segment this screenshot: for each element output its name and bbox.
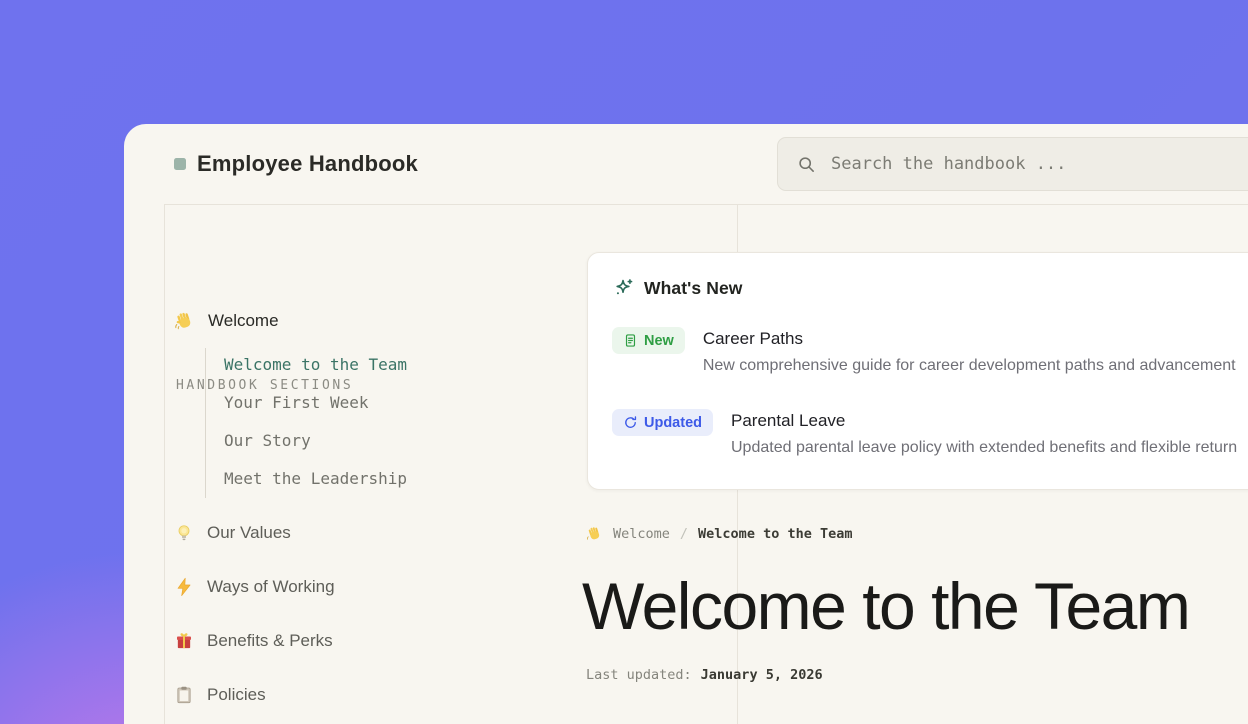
last-updated: Last updated: January 5, 2026	[586, 667, 823, 683]
handbook-window: Employee Handbook HANDBOOK SECTIONS Welc…	[124, 124, 1248, 724]
breadcrumb: Welcome / Welcome to the Team	[586, 525, 852, 542]
whats-new-header: What's New	[612, 277, 743, 300]
sidebar-subitem-welcome-to-the-team[interactable]: Welcome to the Team	[224, 356, 435, 374]
whats-new-item-description: Updated parental leave policy with exten…	[731, 438, 1237, 457]
sidebar-item-label: Benefits & Perks	[207, 631, 333, 651]
whats-new-item-title: Parental Leave	[731, 411, 1237, 431]
sidebar-subnav: Welcome to the Team Your First Week Our …	[205, 348, 435, 498]
document-icon	[623, 333, 638, 348]
refresh-icon	[623, 415, 638, 430]
search-input[interactable]	[831, 154, 1248, 174]
sidebar-subitem-our-story[interactable]: Our Story	[224, 432, 435, 450]
lightbulb-icon	[174, 523, 194, 543]
whats-new-title: What's New	[644, 278, 743, 299]
breadcrumb-page[interactable]: Welcome to the Team	[698, 526, 852, 542]
last-updated-value: January 5, 2026	[701, 667, 823, 683]
search-box[interactable]	[777, 137, 1248, 191]
lightning-icon	[174, 577, 194, 597]
breadcrumb-separator: /	[680, 526, 688, 542]
whats-new-item-description: New comprehensive guide for career devel…	[703, 356, 1236, 375]
sidebar-item-welcome[interactable]: Welcome	[174, 310, 279, 331]
clipboard-icon	[174, 685, 194, 705]
sidebar-item-label: Policies	[207, 685, 266, 705]
left-grid-line	[164, 205, 165, 724]
sidebar-subitem-meet-the-leadership[interactable]: Meet the Leadership	[224, 470, 435, 488]
breadcrumb-section[interactable]: Welcome	[613, 526, 670, 542]
app-title: Employee Handbook	[197, 151, 418, 177]
last-updated-label: Last updated:	[586, 667, 692, 683]
updated-badge: Updated	[612, 409, 713, 436]
sparkle-icon	[612, 277, 635, 300]
wave-icon	[174, 310, 195, 331]
gift-icon	[174, 631, 194, 651]
sidebar-subitem-your-first-week[interactable]: Your First Week	[224, 394, 435, 412]
sidebar-item-our-values[interactable]: Our Values	[174, 523, 291, 543]
app-brand: Employee Handbook	[174, 151, 418, 177]
new-badge: New	[612, 327, 685, 354]
page-title: Welcome to the Team	[582, 572, 1189, 641]
whats-new-item-title: Career Paths	[703, 329, 1236, 349]
sidebar-item-label: Our Values	[207, 523, 291, 543]
app-logo-icon	[174, 158, 186, 170]
badge-label: New	[644, 333, 674, 349]
header-divider	[164, 204, 1248, 205]
whats-new-item-career-paths[interactable]: New Career Paths New comprehensive guide…	[612, 327, 1248, 375]
sidebar-item-policies[interactable]: Policies	[174, 685, 266, 705]
wave-icon	[586, 525, 603, 542]
whats-new-item-parental-leave[interactable]: Updated Parental Leave Updated parental …	[612, 409, 1248, 457]
sidebar-item-ways-of-working[interactable]: Ways of Working	[174, 577, 335, 597]
search-icon	[796, 154, 817, 175]
badge-label: Updated	[644, 415, 702, 431]
sidebar-item-label: Ways of Working	[207, 577, 335, 597]
sidebar-item-benefits-perks[interactable]: Benefits & Perks	[174, 631, 333, 651]
sidebar-item-label: Welcome	[208, 311, 279, 331]
whats-new-card: What's New New Career Paths New comprehe…	[587, 252, 1248, 490]
